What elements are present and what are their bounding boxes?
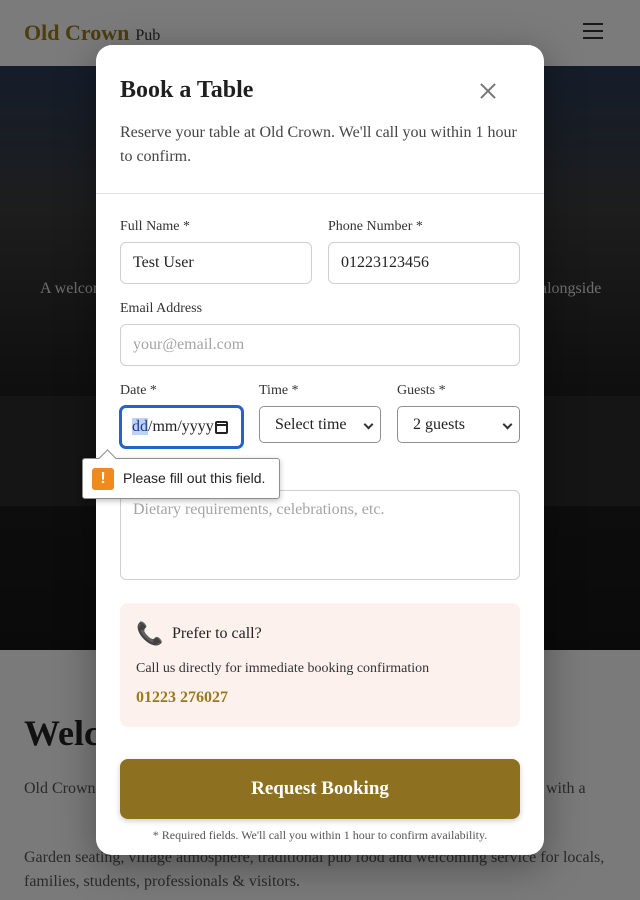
chevron-down-icon [502,419,513,430]
chevron-down-icon [363,419,374,430]
time-label: Time * [259,383,299,398]
modal-title: Book a Table [120,77,254,103]
full-name-input[interactable]: Test User [120,242,312,284]
time-select[interactable]: Select time [259,406,381,443]
guests-label: Guests * [397,383,446,398]
call-box-subtitle: Call us directly for immediate booking c… [136,661,430,676]
validation-message: Please fill out this field. [123,470,266,486]
date-input[interactable]: dd/mm/yyyy [120,406,243,448]
required-footnote: * Required fields. We'll call you within… [152,828,488,842]
validation-tooltip: ! Please fill out this field. [82,458,280,499]
guests-select-value: 2 guests [413,416,465,433]
phone-label: Phone Number * [328,219,423,234]
full-name-label: Full Name * [120,219,190,234]
call-box-title: Prefer to call? [172,625,262,642]
close-icon[interactable] [476,79,500,103]
call-box-phone-link[interactable]: 01223 276027 [136,689,228,707]
date-rest[interactable]: /mm/yyyy [148,418,214,435]
guests-select[interactable]: 2 guests [397,406,520,443]
date-label: Date * [120,383,157,398]
calendar-icon[interactable] [215,421,228,434]
warning-icon: ! [92,468,114,490]
request-booking-button[interactable]: Request Booking [120,759,520,819]
email-label: Email Address [120,301,203,316]
time-select-value: Select time [275,416,347,433]
divider [96,193,544,194]
phone-input[interactable]: 01223123456 [328,242,520,284]
modal-description: Reserve your table at Old Crown. We'll c… [120,124,517,165]
booking-modal: Book a Table Reserve your table at Old C… [96,45,544,855]
call-box: 📞 Prefer to call? Call us directly for i… [120,603,520,727]
email-input[interactable]: your@email.com [120,324,520,366]
phone-icon: 📞 [136,621,164,646]
date-day-segment[interactable]: dd [132,418,148,435]
special-requests-textarea[interactable]: Dietary requirements, celebrations, etc. [120,490,520,580]
